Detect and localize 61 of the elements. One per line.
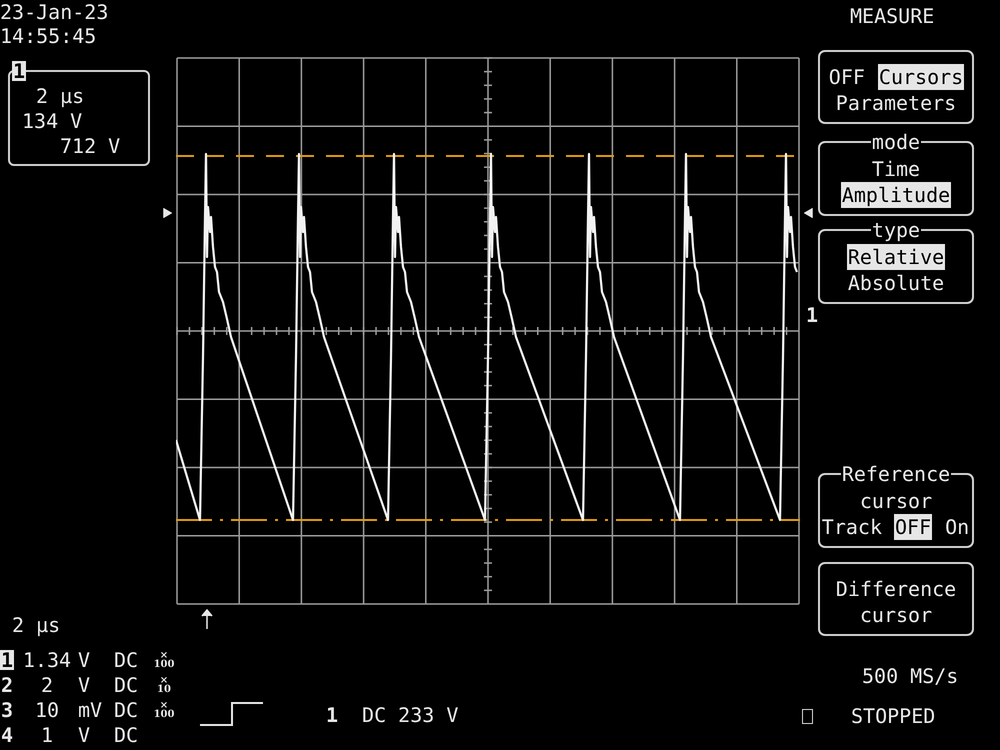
coupling-label: DC — [114, 722, 140, 746]
probe-factor: 100 — [154, 660, 174, 668]
channel-number[interactable]: 1 — [0, 650, 14, 670]
level-marker-icon — [163, 208, 172, 218]
coupling-label: DC — [114, 672, 140, 696]
volts-unit: V — [78, 648, 92, 672]
channel-number[interactable]: 3 — [0, 700, 14, 720]
channel-marker: 1 — [806, 303, 818, 327]
menu-option[interactable]: Absolute — [846, 270, 946, 296]
probe-sign: × — [160, 700, 168, 710]
coupling-label: DC — [114, 648, 140, 672]
menu-panel[interactable]: Difference cursor — [818, 562, 974, 636]
panel-heading: Reference — [840, 464, 952, 484]
acquisition-status: STOPPED — [851, 704, 936, 728]
menu-label: Track — [822, 514, 882, 540]
coupling-label: DC — [114, 698, 140, 722]
trigger-position-arrow-icon — [201, 608, 213, 630]
volts-per-div: 1 — [40, 722, 54, 746]
volts-per-div: 10 — [34, 698, 60, 722]
trigger-edge-icon — [200, 701, 264, 727]
menu-label: cursor — [860, 488, 932, 514]
timebase-label: 2 μs — [12, 613, 62, 637]
level-marker-icon — [804, 208, 813, 218]
menu-label: cursor — [860, 602, 932, 628]
menu-title: MEASURE — [850, 4, 934, 28]
time-label: 14:55:45 — [0, 24, 96, 48]
panel-heading: mode — [870, 132, 922, 152]
probe-factor: 100 — [154, 710, 174, 718]
menu-option[interactable]: Relative — [846, 244, 946, 270]
menu-option[interactable]: On — [944, 514, 970, 540]
probe-factor: 10 — [157, 684, 171, 694]
volts-unit: V — [78, 672, 92, 696]
menu-option[interactable]: Time — [870, 156, 922, 182]
probe-sign: × — [160, 650, 168, 660]
volts-per-div: 2 — [40, 672, 54, 696]
menu-option[interactable]: Cursors — [878, 64, 964, 90]
volts-unit: V — [78, 722, 92, 746]
date-label: 23-Jan-23 — [0, 0, 108, 24]
sample-rate: 500 MS/s — [862, 664, 958, 688]
trigger-source: 1 — [326, 703, 338, 727]
trace-reading: 2 μs — [36, 84, 86, 109]
channel-badge: 1 — [12, 61, 26, 81]
trace-reading: 134 V — [22, 109, 84, 134]
panel-heading: type — [870, 220, 922, 240]
menu-panel[interactable]: mode Time Amplitude — [818, 132, 974, 216]
trigger-setting: DC 233 V — [362, 703, 458, 727]
menu-option[interactable]: Parameters — [834, 90, 958, 116]
menu-panel[interactable]: type Relative Absolute — [818, 220, 974, 304]
volts-per-div: 1.34 — [22, 648, 72, 672]
menu-panel[interactable]: OFF Cursors Parameters — [818, 50, 974, 124]
menu-panel[interactable]: Reference cursor Track OFF On — [818, 464, 974, 548]
menu-label: Difference — [836, 576, 956, 602]
menu-option[interactable]: OFF — [894, 514, 932, 540]
channel-number[interactable]: 2 — [0, 674, 14, 694]
menu-option[interactable]: Amplitude — [840, 182, 952, 208]
volts-unit: mV — [78, 698, 104, 722]
trace-reading: 712 V — [60, 134, 122, 159]
status-square-icon — [802, 708, 813, 724]
menu-option[interactable]: OFF — [828, 64, 866, 90]
probe-sign: × — [160, 676, 168, 684]
channel-number[interactable]: 4 — [0, 724, 14, 744]
